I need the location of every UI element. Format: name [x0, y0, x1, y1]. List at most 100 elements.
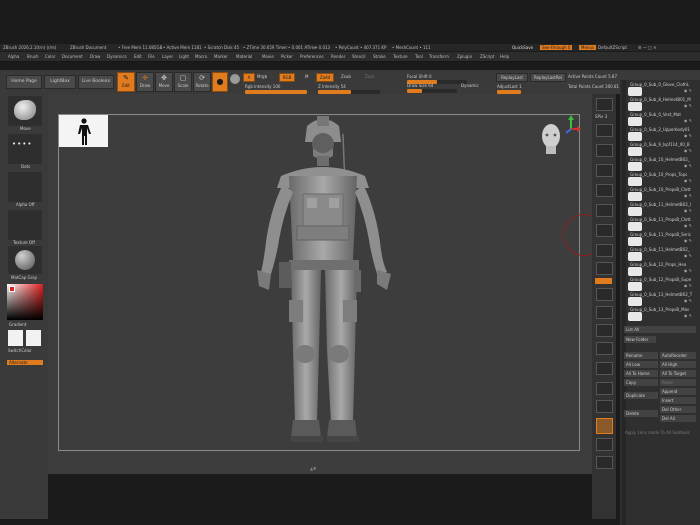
visibility-eye-icon[interactable]: ◉ ✎: [684, 88, 692, 93]
subtool-item[interactable]: Group_0_Sub_10_PropsB_Clott ◉ ✎: [628, 187, 694, 202]
menu-file[interactable]: File: [148, 54, 155, 59]
visibility-eye-icon[interactable]: ◉ ✎: [684, 208, 692, 213]
menu-light[interactable]: Light: [179, 54, 189, 59]
canvas-viewport[interactable]: ▲▼: [48, 94, 605, 474]
edit-button[interactable]: ✎ Edit: [117, 72, 135, 92]
subtool-item[interactable]: Group_0_Sub_11_PropsB_Clott ◉ ✎: [628, 217, 694, 232]
visibility-eye-icon[interactable]: ◉ ✎: [684, 163, 692, 168]
duplicate-button[interactable]: Duplicate: [624, 392, 658, 399]
menu-zscript[interactable]: ZScript: [480, 54, 494, 59]
menu-zplugin[interactable]: Zplugin: [457, 54, 472, 59]
subtool-item[interactable]: Group_0_Sub_13_PropsB_Mas ◉ ✎: [628, 307, 694, 322]
replay-last-button[interactable]: ReplayLast: [496, 73, 528, 82]
secondary-color-swatch[interactable]: [26, 330, 41, 346]
texture-selector[interactable]: [8, 210, 42, 240]
xpose-button[interactable]: [596, 456, 613, 469]
main-color-swatch[interactable]: [9, 286, 15, 292]
brush-preview-icon[interactable]: [230, 74, 240, 84]
gradient-label[interactable]: Gradient: [9, 322, 26, 327]
scroll-button[interactable]: [596, 124, 613, 137]
list-all-button[interactable]: List All: [624, 326, 696, 333]
subtool-item[interactable]: Group_0_Sub_12_Props_Hea ◉ ✎: [628, 262, 694, 277]
menu-movie[interactable]: Movie: [262, 54, 274, 59]
floor-button[interactable]: [596, 224, 613, 237]
menu-alpha[interactable]: Alpha: [8, 54, 19, 59]
subtool-item[interactable]: Group_0_Sub_9_Ispf114_00_B ◉ ✎: [628, 142, 694, 157]
delete-button[interactable]: Delete: [624, 410, 658, 417]
aahalf-button[interactable]: [596, 184, 613, 197]
menu-texture[interactable]: Texture: [393, 54, 408, 59]
visibility-eye-icon[interactable]: ◉ ✎: [684, 283, 692, 288]
subtool-item[interactable]: Group_0_Sub_8_HelmetB01_M ◉ ✎: [628, 97, 694, 112]
draw-button[interactable]: ✛ Draw: [136, 72, 154, 92]
live-boolean-button[interactable]: Live Boolean: [78, 75, 114, 89]
replay-last-rel-button[interactable]: ReplayLastRel: [530, 73, 566, 82]
all-low-button[interactable]: All Low: [624, 361, 658, 368]
solo-button[interactable]: [596, 438, 613, 451]
spix-label[interactable]: SPix 3: [595, 114, 607, 119]
menu-layer[interactable]: Layer: [162, 54, 173, 59]
line-fill-button[interactable]: [596, 362, 613, 375]
draw-size-slider[interactable]: [407, 89, 457, 93]
subtool-item[interactable]: Group_0_Sub_11_HelmetB02_I ◉ ✎: [628, 202, 694, 217]
all-to-target-button[interactable]: All To Target: [660, 370, 696, 377]
polyf-button[interactable]: [596, 382, 613, 395]
visibility-eye-icon[interactable]: ◉ ✎: [684, 223, 692, 228]
quicksave-button[interactable]: QuickSave: [512, 45, 533, 50]
subtool-item[interactable]: Group_0_Sub_10_Props_Tops ◉ ✎: [628, 172, 694, 187]
tray-scrollbar[interactable]: [622, 80, 626, 525]
material-selector[interactable]: [8, 246, 42, 274]
transp-button[interactable]: [596, 400, 613, 413]
menu-color[interactable]: Color: [45, 54, 55, 59]
new-folder-button[interactable]: New Folder: [624, 336, 656, 343]
bpr-button[interactable]: [596, 98, 613, 111]
subtool-item[interactable]: Group_0_Sub_11_HelmetB02_ ◉ ✎: [628, 247, 694, 262]
dynamic-persp-button[interactable]: [596, 262, 613, 275]
orientation-gizmo-icon[interactable]: [536, 114, 582, 170]
menus-button[interactable]: Menus: [579, 45, 597, 50]
persp-button[interactable]: [596, 204, 613, 217]
menu-render[interactable]: Render: [331, 54, 345, 59]
all-high-button[interactable]: All High: [660, 361, 696, 368]
a-toggle[interactable]: A: [243, 73, 255, 82]
subtool-item[interactable]: Group_0_Sub_10_HelmetB02_ ◉ ✎: [628, 157, 694, 172]
menu-material[interactable]: Material: [236, 54, 252, 59]
menu-tool[interactable]: Tool: [415, 54, 423, 59]
subtool-item[interactable]: Group_0_Sub_11_PropsB_Seric ◉ ✎: [628, 232, 694, 247]
navigator-thumbnail[interactable]: [59, 115, 108, 147]
primary-color-swatch[interactable]: [8, 330, 23, 346]
visibility-eye-icon[interactable]: ◉ ✎: [684, 103, 692, 108]
xyz-toggle[interactable]: [595, 278, 612, 284]
soldier-model[interactable]: [233, 114, 413, 469]
lightbox-button[interactable]: LightBox: [44, 75, 76, 89]
visibility-eye-icon[interactable]: ◉ ✎: [684, 118, 692, 123]
actual-button[interactable]: [596, 164, 613, 177]
visibility-eye-icon[interactable]: ◉ ✎: [684, 193, 692, 198]
dynamic-toggle[interactable]: Dynamic: [461, 83, 479, 88]
menu-draw[interactable]: Draw: [90, 54, 100, 59]
rotate-button[interactable]: ⟳ Rotate: [193, 72, 211, 92]
material-sphere-icon[interactable]: ●: [212, 72, 228, 92]
visibility-eye-icon[interactable]: ◉ ✎: [684, 148, 692, 153]
visibility-eye-icon[interactable]: ◉ ✎: [684, 238, 692, 243]
visibility-eye-icon[interactable]: ◉ ✎: [684, 313, 692, 318]
alternate-button[interactable]: Alternate: [7, 360, 43, 365]
menu-macro[interactable]: Macro: [195, 54, 207, 59]
seethrough-slider[interactable]: See-through 0: [540, 45, 573, 50]
visibility-eye-icon[interactable]: ◉ ✎: [684, 298, 692, 303]
subtool-item[interactable]: Group_0_Sub_12_PropsB_Supe ◉ ✎: [628, 277, 694, 292]
scale-view-button[interactable]: [596, 324, 613, 337]
lsym-button[interactable]: [596, 244, 613, 257]
menu-picker[interactable]: Picker: [281, 54, 293, 59]
switch-color-button[interactable]: SwitchColor: [8, 348, 32, 353]
del-all-button[interactable]: Del All: [660, 415, 696, 422]
scale-button[interactable]: ▢ Scale: [174, 72, 192, 92]
brush-selector[interactable]: [8, 96, 42, 126]
rgb-toggle[interactable]: RGB: [279, 73, 295, 82]
copy-button[interactable]: Copy: [624, 379, 658, 386]
all-to-home-button[interactable]: All To Home: [624, 370, 658, 377]
window-controls-icon[interactable]: ⚙ — □ ✕: [638, 45, 657, 50]
visibility-eye-icon[interactable]: ◉ ✎: [684, 268, 692, 273]
move-view-button[interactable]: [596, 306, 613, 319]
menu-preferences[interactable]: Preferences: [300, 54, 324, 59]
